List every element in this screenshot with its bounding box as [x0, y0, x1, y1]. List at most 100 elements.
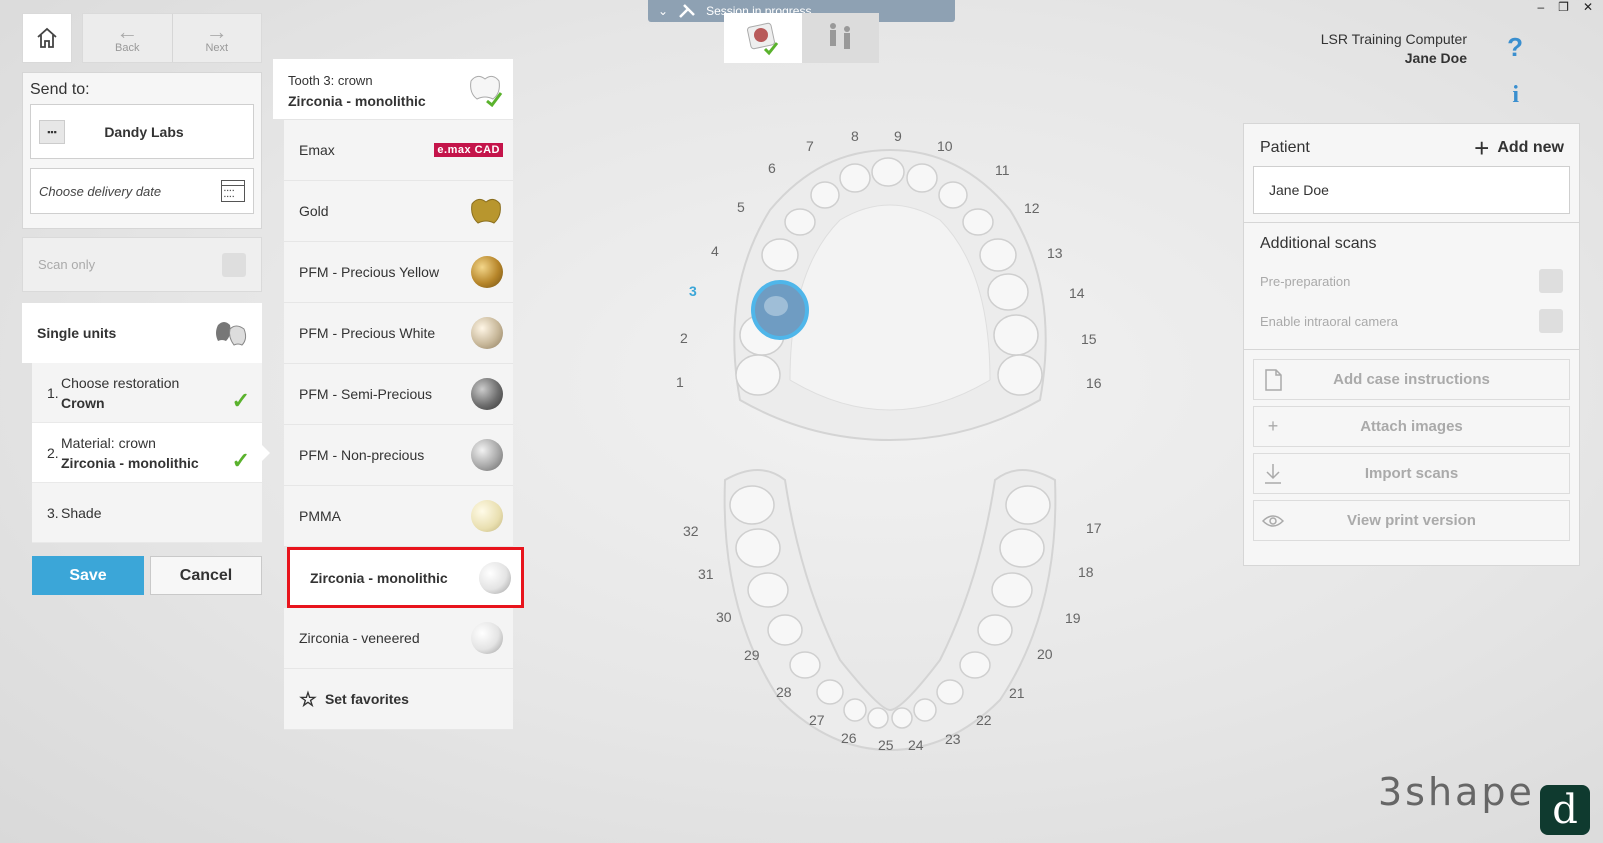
tooth-number-5[interactable]: 5	[737, 199, 745, 215]
scan-only-checkbox[interactable]	[222, 252, 246, 277]
patient-name-field[interactable]: Jane Doe	[1253, 166, 1570, 214]
checkmark-icon: ✓	[231, 448, 250, 473]
material-label: Zirconia - monolithic	[310, 569, 448, 586]
material-pfm-non-precious[interactable]: PFM - Non-precious	[284, 425, 513, 486]
tooth-number-28[interactable]: 28	[776, 684, 792, 700]
tooth-number-26[interactable]: 26	[841, 730, 857, 746]
cancel-button[interactable]: Cancel	[150, 556, 262, 595]
material-pfm-precious-white[interactable]: PFM - Precious White	[284, 303, 513, 364]
tooth-number-24[interactable]: 24	[908, 737, 924, 753]
info-icon[interactable]: i	[1512, 82, 1519, 109]
tooth-header: Tooth 3: crown Zirconia - monolithic	[273, 59, 513, 119]
tab-scan[interactable]	[724, 13, 802, 63]
crowns-icon	[216, 322, 247, 346]
step-number: 1.	[47, 384, 59, 401]
tooth-number-1[interactable]: 1	[676, 374, 684, 390]
grey-ball-icon	[471, 378, 503, 410]
star-icon: ☆	[299, 688, 317, 711]
tooth-number-22[interactable]: 22	[976, 712, 992, 728]
checkmark-icon: ✓	[231, 388, 250, 413]
tooth-number-31[interactable]: 31	[698, 566, 714, 582]
white-ball-icon	[471, 622, 503, 654]
save-button[interactable]: Save	[32, 556, 144, 595]
tooth-number-14[interactable]: 14	[1069, 285, 1085, 301]
view-print-version-button[interactable]: View print version	[1253, 500, 1570, 541]
tooth-number-15[interactable]: 15	[1081, 331, 1097, 347]
pre-preparation-checkbox[interactable]	[1539, 269, 1563, 293]
app-badge-icon[interactable]: d	[1540, 785, 1590, 835]
attach-images-button[interactable]: + Attach images	[1253, 406, 1570, 447]
people-icon	[830, 23, 851, 49]
tooth-number-8[interactable]: 8	[851, 128, 859, 144]
tooth-number-6[interactable]: 6	[768, 160, 776, 176]
step-material[interactable]: 2. Material: crown Zirconia - monolithic…	[32, 423, 270, 483]
restore-icon[interactable]: ❐	[1558, 0, 1569, 14]
add-new-patient-button[interactable]: + Add new	[1474, 135, 1564, 161]
tooth-number-23[interactable]: 23	[945, 731, 961, 747]
material-zirconia-monolithic[interactable]: Zirconia - monolithic	[287, 547, 524, 608]
tooth-number-7[interactable]: 7	[806, 138, 814, 154]
tooth-number-4[interactable]: 4	[711, 243, 719, 259]
tooth-number-19[interactable]: 19	[1065, 610, 1081, 626]
next-button[interactable]: → Next	[171, 14, 262, 62]
tooth-number-3[interactable]: 3	[689, 283, 697, 299]
tooth-number-30[interactable]: 30	[716, 609, 732, 625]
minimize-icon[interactable]: –	[1537, 0, 1544, 14]
material-emax[interactable]: Emax e.max CAD	[284, 120, 513, 181]
single-units-header[interactable]: Single units	[22, 303, 262, 363]
material-pfm-semi-precious[interactable]: PFM - Semi-Precious	[284, 364, 513, 425]
tooth-number-11[interactable]: 11	[995, 162, 1010, 178]
help-icon[interactable]: ?	[1507, 32, 1523, 63]
patient-name-value: Jane Doe	[1269, 182, 1329, 198]
back-next-nav: ← Back → Next	[82, 13, 262, 63]
delivery-date-field[interactable]: Choose delivery date	[30, 168, 254, 214]
tooth-number-12[interactable]: 12	[1024, 200, 1040, 216]
tab-patient[interactable]	[801, 13, 879, 63]
eye-icon	[1254, 514, 1292, 528]
step-number: 2.	[47, 444, 59, 461]
intraoral-camera-row: Enable intraoral camera	[1244, 301, 1579, 341]
import-scans-button[interactable]: Import scans	[1253, 453, 1570, 494]
material-label: PFM - Non-precious	[299, 447, 425, 463]
dental-chart: 1 2 3 4 5 6 7 8 9 10 11 12 13 14 15 16 1…	[640, 120, 1140, 790]
intraoral-camera-checkbox[interactable]	[1539, 309, 1563, 333]
set-favorites-button[interactable]: ☆ Set favorites	[284, 669, 513, 730]
tooth-number-2[interactable]: 2	[680, 330, 688, 346]
workflow-tabs	[724, 13, 879, 63]
back-button[interactable]: ← Back	[83, 14, 172, 62]
tooth-number-20[interactable]: 20	[1037, 646, 1053, 662]
tooth-number-29[interactable]: 29	[744, 647, 760, 663]
step-choose-restoration[interactable]: 1. Choose restoration Crown ✓	[32, 363, 262, 423]
divider	[1244, 349, 1579, 350]
tooth-number-17[interactable]: 17	[1086, 520, 1102, 536]
chevron-down-icon: ⌄	[658, 4, 669, 18]
step-title: Choose restoration	[61, 374, 180, 391]
download-icon	[1254, 463, 1292, 485]
tooth-number-10[interactable]: 10	[937, 138, 953, 154]
send-to-label: Send to:	[30, 81, 90, 98]
computer-name: LSR Training Computer	[1320, 31, 1467, 47]
tooth-number-21[interactable]: 21	[1009, 685, 1025, 701]
material-gold[interactable]: Gold	[284, 181, 513, 242]
white-ball-icon	[471, 317, 503, 349]
lab-selector[interactable]: ▪▪▪ Dandy Labs	[30, 104, 254, 159]
calendar-icon[interactable]	[221, 180, 245, 202]
upper-arch[interactable]	[640, 120, 1140, 450]
close-icon[interactable]: ✕	[1583, 0, 1593, 14]
tooth-number-13[interactable]: 13	[1047, 245, 1063, 261]
tooth-number-32[interactable]: 32	[683, 523, 699, 539]
material-zirconia-veneered[interactable]: Zirconia - veneered	[284, 608, 513, 669]
material-label: PFM - Precious White	[299, 325, 436, 341]
step-shade[interactable]: 3. Shade	[32, 483, 262, 543]
material-label: Gold	[299, 203, 329, 219]
add-case-instructions-button[interactable]: Add case instructions	[1253, 359, 1570, 400]
tooth-number-9[interactable]: 9	[894, 128, 902, 144]
home-button[interactable]	[22, 13, 72, 63]
material-pmma[interactable]: PMMA	[284, 486, 513, 547]
material-pfm-precious-yellow[interactable]: PFM - Precious Yellow	[284, 242, 513, 303]
tooth-number-25[interactable]: 25	[878, 737, 894, 753]
tooth-number-27[interactable]: 27	[809, 712, 825, 728]
step-value: Crown	[61, 394, 105, 411]
tooth-number-18[interactable]: 18	[1078, 564, 1094, 580]
tooth-number-16[interactable]: 16	[1086, 375, 1102, 391]
